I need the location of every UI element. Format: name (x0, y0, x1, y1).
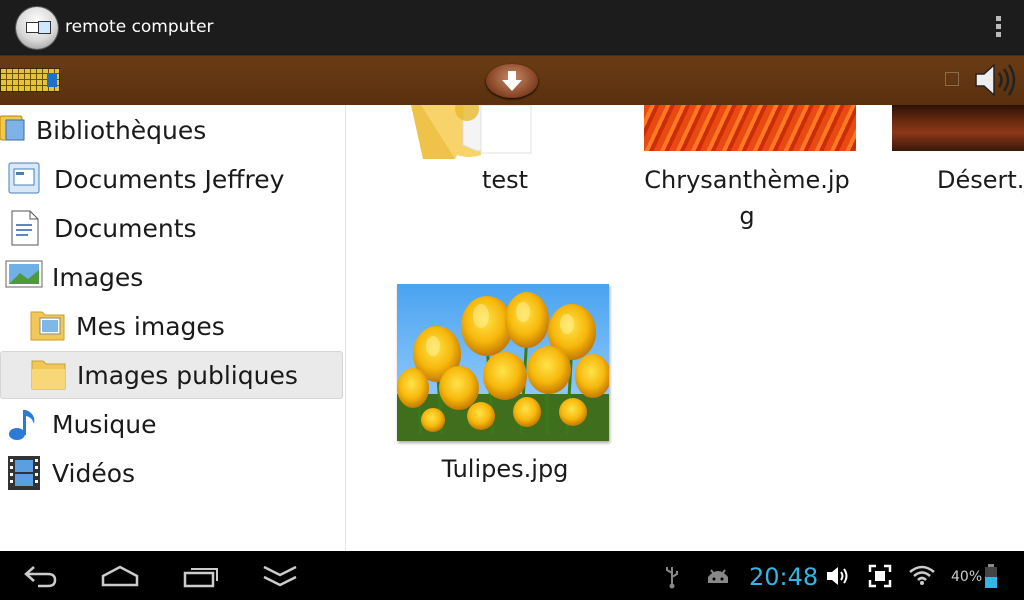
android-debug-icon (708, 569, 728, 583)
tulips-thumbnail (397, 284, 609, 441)
sidebar-item-mes-images[interactable]: Mes images (28, 303, 225, 349)
file-label: test (481, 166, 529, 194)
usb-icon (666, 567, 678, 589)
volume-icon[interactable] (825, 564, 851, 588)
sidebar-item-label: Documents Jeffrey (54, 164, 285, 194)
sidebar-item-musique[interactable]: Musique (4, 401, 156, 447)
back-icon[interactable] (22, 563, 58, 589)
images-icon (4, 257, 52, 297)
keyboard-icon[interactable] (0, 68, 60, 92)
sidebar-item-images[interactable]: Images (4, 254, 143, 300)
arrow-down-icon (502, 71, 522, 91)
small-square-icon[interactable] (945, 72, 959, 86)
app-bar: remote computer (0, 0, 1024, 56)
overflow-menu-icon[interactable] (994, 16, 1002, 40)
sidebar-item-videos[interactable]: Vidéos (4, 450, 135, 496)
film-icon (4, 453, 52, 493)
sidebar-item-label: Vidéos (52, 458, 136, 488)
battery-icon (985, 564, 997, 588)
file-label: Tulipes.jpg (441, 455, 569, 483)
folder-icon (29, 355, 77, 395)
remote-toolbar (0, 56, 1024, 105)
sidebar-item-label: Mes images (76, 311, 225, 341)
file-label: Chrysanthème.jp g (644, 166, 850, 230)
sidebar-item-documents-jeffrey[interactable]: Documents Jeffrey (6, 156, 284, 202)
app-icon[interactable] (16, 7, 58, 49)
sidebar-item-label: Bibliothèques (36, 115, 207, 145)
sidebar-item-label: Musique (52, 409, 157, 439)
chrysanthemum-thumbnail (644, 105, 856, 151)
folder-icon (28, 306, 76, 346)
download-button[interactable] (486, 64, 538, 98)
status-clock: 20:48 (749, 563, 819, 591)
wifi-icon (909, 565, 935, 585)
sidebar-item-label: Documents (54, 213, 197, 243)
speaker-icon[interactable] (972, 62, 1020, 98)
fullscreen-icon[interactable] (868, 564, 892, 588)
system-navigation-bar: 20:48 40% (0, 551, 1024, 600)
sidebar: Bibliothèques Documents Jeffrey Document… (0, 105, 346, 551)
hide-keyboard-icon[interactable] (261, 563, 299, 589)
home-icon[interactable] (100, 563, 140, 589)
music-note-icon (4, 404, 52, 444)
file-view: test Chrysanthème.jp g Désert.j Tulipes.… (347, 105, 1024, 551)
app-title: remote computer (65, 17, 214, 37)
sidebar-item-images-publiques[interactable]: Images publiques (0, 351, 343, 399)
document-icon (6, 208, 54, 248)
library-icon (0, 110, 36, 150)
file-label: Désert.j (937, 166, 1024, 194)
sidebar-item-label: Images (52, 262, 144, 292)
sidebar-item-bibliotheques[interactable]: Bibliothèques (0, 107, 206, 153)
desert-thumbnail (892, 105, 1024, 151)
recent-apps-icon[interactable] (182, 563, 220, 589)
folder-icon (411, 105, 532, 159)
sidebar-item-documents[interactable]: Documents (6, 205, 197, 251)
battery-percent: 40% (951, 569, 983, 585)
monitor-icon (38, 21, 51, 34)
sidebar-item-label: Images publiques (77, 360, 298, 390)
document-folder-icon (6, 159, 54, 199)
